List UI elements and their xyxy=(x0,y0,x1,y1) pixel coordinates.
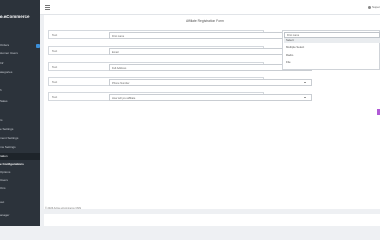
field-select-value: Full Address xyxy=(112,66,127,70)
dropdown-option-select[interactable]: Select xyxy=(284,38,380,43)
sidebar-item-options[interactable]: Options xyxy=(0,169,40,176)
sidebar: e eCommerce board Orders stomer Users In… xyxy=(0,0,40,226)
sidebar-item-categories[interactable]: ategories xyxy=(0,69,40,76)
dropdown-option-multiple-select[interactable]: Multiple Select xyxy=(286,45,304,49)
sidebar-item-dashboard[interactable]: board xyxy=(0,14,40,21)
dropdown-option-file[interactable]: File xyxy=(286,60,291,64)
field-select-value: First name xyxy=(112,34,125,38)
sidebar-item-h[interactable]: h xyxy=(0,87,40,94)
top-bar: Super xyxy=(40,0,380,15)
user-menu-label: Super xyxy=(371,5,380,9)
sidebar-item-store-settings[interactable]: e Settings xyxy=(0,126,40,133)
field-type-label: Text xyxy=(52,95,58,99)
sidebar-item-logout[interactable]: out xyxy=(0,199,40,206)
chevron-down-icon xyxy=(304,81,306,83)
sidebar-item-users[interactable]: Users xyxy=(0,177,40,184)
field-type-label: Text xyxy=(52,49,58,53)
user-menu[interactable]: Super xyxy=(367,5,380,9)
sidebar-item-rs[interactable]: rs xyxy=(0,117,40,124)
footer-copyright: © 2023 Active eCommerce CMS xyxy=(45,207,82,210)
sidebar-item-customer-users[interactable]: stomer Users xyxy=(0,50,40,57)
field-type-dropdown: First name Select Multiple Select Radio … xyxy=(282,30,380,70)
sidebar-item-orders[interactable]: Orders xyxy=(0,42,40,49)
sidebar-item-inf[interactable]: Inf xyxy=(0,60,40,67)
form-row: Text Email xyxy=(48,46,312,55)
sidebar-item-sales[interactable]: Sales xyxy=(0,98,40,105)
form-row: Text First name xyxy=(48,30,312,39)
field-select-value: Phone Number xyxy=(112,81,130,85)
form-row: Text How will you affiliate xyxy=(48,92,312,101)
bottom-panel xyxy=(44,214,380,226)
field-select[interactable]: Phone Number xyxy=(109,79,312,86)
form-row: Text Phone Number xyxy=(48,77,312,86)
field-type-label: Text xyxy=(52,65,58,69)
sidebar-item-ons[interactable]: Ons xyxy=(0,185,40,192)
form-row: Text Full Address xyxy=(48,62,312,71)
user-avatar-icon xyxy=(367,5,371,9)
field-select-value: How will you affiliate xyxy=(112,96,136,100)
hamburger-menu-icon[interactable] xyxy=(45,5,50,11)
sidebar-item-manager[interactable]: anager xyxy=(0,212,40,219)
notification-badge xyxy=(36,44,40,48)
chevron-down-icon xyxy=(304,96,306,98)
field-type-label: Text xyxy=(52,33,58,37)
sidebar-item-sms-settings[interactable]: ms Settings xyxy=(0,144,40,151)
field-select[interactable]: How will you affiliate xyxy=(109,94,312,101)
sidebar-item-payment-settings[interactable]: ment Settings xyxy=(0,135,40,142)
sidebar-item-affiliate[interactable]: ration xyxy=(0,153,40,160)
dropdown-option-radio[interactable]: Radio xyxy=(286,53,293,57)
field-type-label: Text xyxy=(52,80,58,84)
sidebar-item-affiliate-configurations[interactable]: e Configurations xyxy=(0,161,40,168)
form-title: Affiliate Registration Form xyxy=(186,19,224,23)
field-select-value: Email xyxy=(112,50,119,54)
